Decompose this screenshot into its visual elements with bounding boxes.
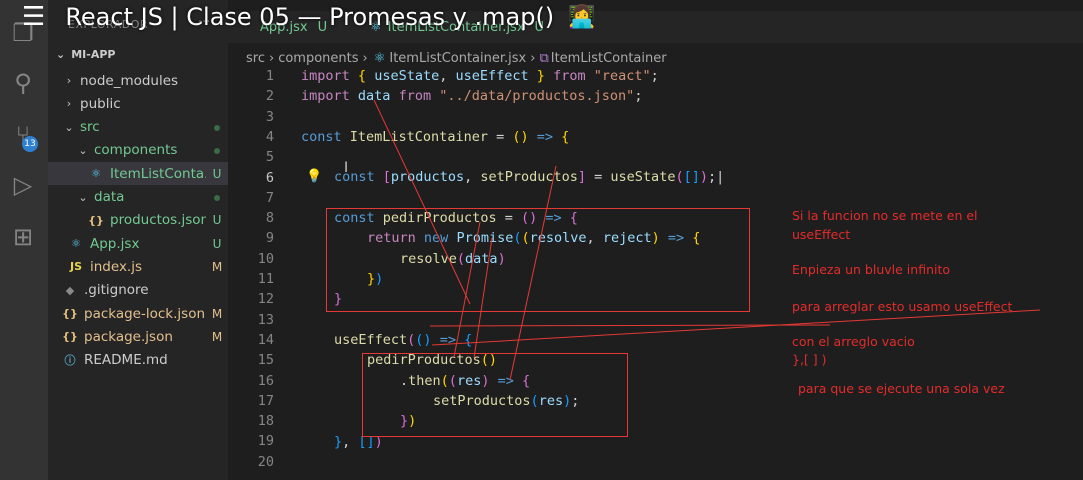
annotation-text: useEffect: [792, 227, 851, 242]
annotation-text: para que se ejecute una sola vez: [798, 381, 1005, 396]
annotation-text: para arreglar esto usamo useEffect: [792, 299, 1013, 314]
annotation-text: Si la funcion no se mete en el: [792, 208, 978, 223]
annotation-text: Enpieza un bluvle infinito: [792, 262, 951, 277]
annotation-text: },[ ] ): [792, 352, 827, 367]
annotation-text: con el arreglo vacio: [792, 334, 915, 349]
annotation-lines: [373, 99, 1041, 381]
